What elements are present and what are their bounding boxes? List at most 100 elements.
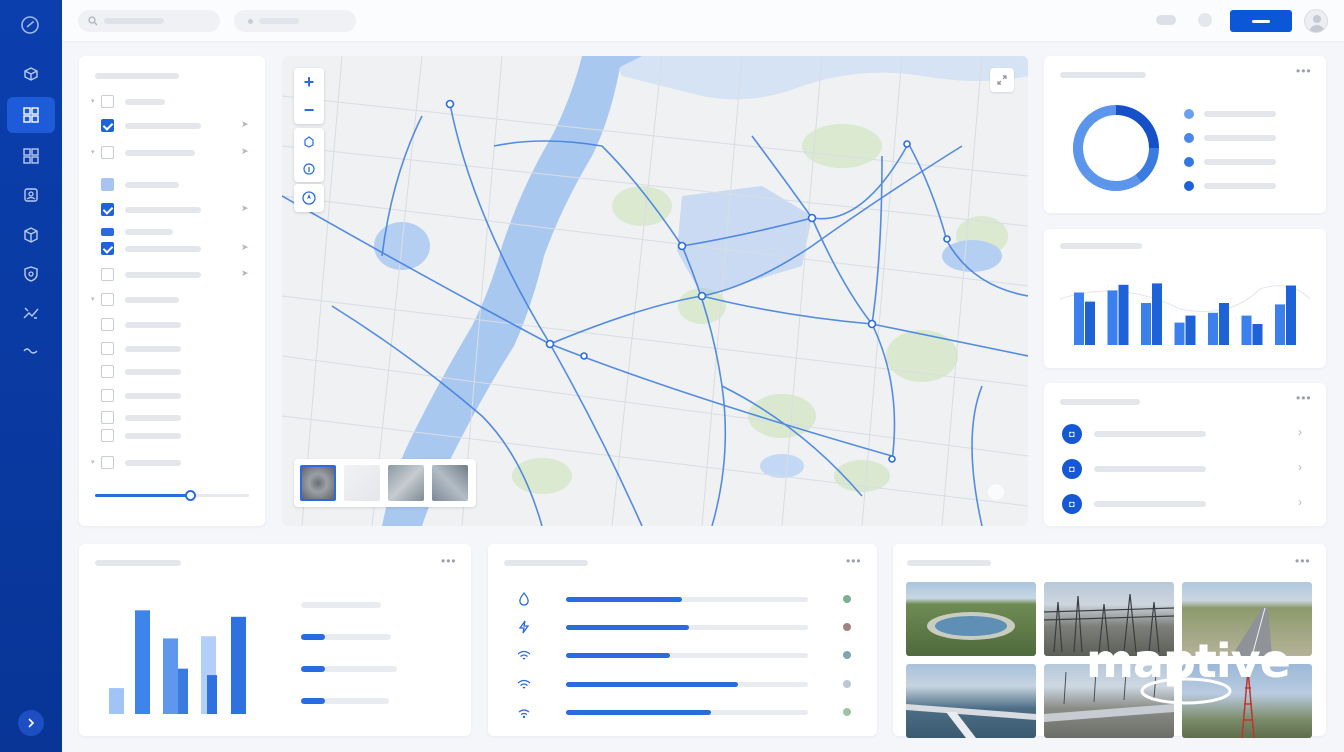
basemap-terrain-thumbnail[interactable]: [388, 465, 424, 501]
bar[interactable]: [1074, 292, 1084, 346]
bar[interactable]: [1152, 283, 1162, 345]
layer-checkbox[interactable]: [101, 429, 114, 442]
layer-row[interactable]: [79, 408, 265, 428]
bar[interactable]: [1275, 304, 1285, 345]
bar[interactable]: [1252, 324, 1263, 345]
bar[interactable]: [207, 675, 217, 714]
layer-checkbox[interactable]: [101, 203, 114, 216]
layer-checkbox[interactable]: [101, 95, 114, 108]
sidebar-expand-button[interactable]: [18, 710, 44, 736]
layer-checkbox[interactable]: [101, 456, 114, 469]
layer-arrow-icon[interactable]: ➤: [241, 242, 249, 253]
list-item[interactable]: ◘ ›: [1044, 416, 1324, 452]
utility-row[interactable]: [488, 590, 878, 610]
layer-checkbox[interactable]: [101, 411, 114, 424]
compass-icon[interactable]: [988, 484, 1004, 500]
layer-arrow-icon[interactable]: ➤: [241, 146, 249, 157]
bar[interactable]: [1118, 284, 1129, 345]
layer-checkbox[interactable]: [101, 318, 114, 331]
layer-arrow-icon[interactable]: ➤: [241, 268, 249, 279]
nav-dashboard[interactable]: [7, 97, 55, 133]
bar[interactable]: [1208, 312, 1218, 345]
chevron-down-icon[interactable]: ▾: [91, 148, 95, 156]
layer-row[interactable]: ▾: [79, 453, 265, 473]
layer-checkbox[interactable]: [101, 119, 114, 132]
avatar[interactable]: [1304, 9, 1328, 33]
bar[interactable]: [1185, 315, 1196, 345]
layer-checkbox[interactable]: [101, 389, 114, 402]
more-icon[interactable]: •••: [1295, 554, 1311, 568]
chevron-down-icon[interactable]: ▾: [91, 295, 95, 303]
bar[interactable]: [1107, 290, 1118, 345]
navigate-button[interactable]: [294, 184, 324, 212]
layer-arrow-icon[interactable]: ➤: [241, 203, 249, 214]
bar[interactable]: [1219, 303, 1229, 345]
bar[interactable]: [1141, 303, 1151, 345]
slider-handle[interactable]: [185, 490, 197, 501]
layer-checkbox[interactable]: [101, 146, 114, 159]
layer-row[interactable]: ▾: [79, 290, 265, 310]
basemap-light-thumbnail[interactable]: [344, 465, 380, 501]
nav-wave[interactable]: [7, 332, 55, 368]
layer-row[interactable]: ➤: [79, 116, 265, 136]
bar[interactable]: [163, 638, 178, 714]
nav-building[interactable]: [7, 177, 55, 213]
layer-row[interactable]: ➤: [79, 239, 265, 259]
layer-checkbox[interactable]: [101, 228, 114, 236]
layer-row[interactable]: [79, 426, 265, 446]
notification-icon[interactable]: [1198, 13, 1212, 27]
view-toggle[interactable]: [1156, 15, 1176, 25]
chevron-down-icon[interactable]: ▾: [91, 97, 95, 105]
layer-row[interactable]: ➤: [79, 200, 265, 220]
bridge-photo[interactable]: [906, 664, 1036, 738]
utility-row[interactable]: [488, 675, 878, 695]
nav-package[interactable]: [7, 56, 55, 92]
layer-checkbox[interactable]: [101, 293, 114, 306]
layer-checkbox[interactable]: [101, 342, 114, 355]
bar[interactable]: [1174, 322, 1185, 345]
layer-row[interactable]: [79, 339, 265, 359]
list-item[interactable]: ◘ ›: [1044, 486, 1324, 522]
search-input[interactable]: [78, 10, 220, 32]
chevron-down-icon[interactable]: ▾: [91, 458, 95, 466]
nav-security[interactable]: [7, 256, 55, 292]
more-icon[interactable]: •••: [846, 554, 862, 568]
utility-row[interactable]: [488, 646, 878, 666]
more-icon[interactable]: •••: [1296, 391, 1312, 405]
zoom-in-button[interactable]: +: [294, 68, 324, 96]
reservoir-photo[interactable]: [906, 582, 1036, 656]
layer-row[interactable]: [79, 362, 265, 382]
more-icon[interactable]: •••: [1296, 64, 1312, 78]
nav-analytics[interactable]: [7, 295, 55, 331]
nav-cube[interactable]: [7, 217, 55, 253]
basemap-hybrid-thumbnail[interactable]: [432, 465, 468, 501]
layer-row[interactable]: ➤: [79, 265, 265, 285]
layer-row[interactable]: [79, 386, 265, 406]
bar[interactable]: [178, 668, 188, 714]
layer-checkbox[interactable]: [101, 268, 114, 281]
map-view[interactable]: + −: [282, 56, 1028, 526]
pin-button[interactable]: [294, 128, 324, 155]
layer-row[interactable]: [79, 175, 265, 195]
layer-row[interactable]: [79, 315, 265, 335]
layer-row[interactable]: ▾: [79, 92, 265, 112]
utility-row[interactable]: [488, 618, 878, 638]
layer-checkbox[interactable]: [101, 365, 114, 378]
layer-row[interactable]: ▾ ➤: [79, 143, 265, 163]
layer-checkbox[interactable]: [101, 242, 114, 255]
bar[interactable]: [1085, 301, 1095, 345]
bar[interactable]: [135, 610, 150, 714]
utility-row[interactable]: [488, 703, 878, 723]
zoom-out-button[interactable]: −: [294, 96, 324, 124]
donut-segment[interactable]: [1115, 105, 1159, 149]
opacity-slider[interactable]: [95, 490, 249, 501]
info-button[interactable]: [294, 155, 324, 182]
map-canvas[interactable]: [282, 56, 1028, 526]
donut-segment[interactable]: [1073, 105, 1142, 191]
donut-segment[interactable]: [1135, 147, 1159, 183]
bar[interactable]: [109, 688, 124, 714]
filter-dropdown[interactable]: [234, 10, 356, 32]
basemap-satellite-thumbnail[interactable]: [300, 465, 336, 501]
logo-icon[interactable]: [19, 14, 41, 36]
nav-grid[interactable]: [7, 138, 55, 174]
